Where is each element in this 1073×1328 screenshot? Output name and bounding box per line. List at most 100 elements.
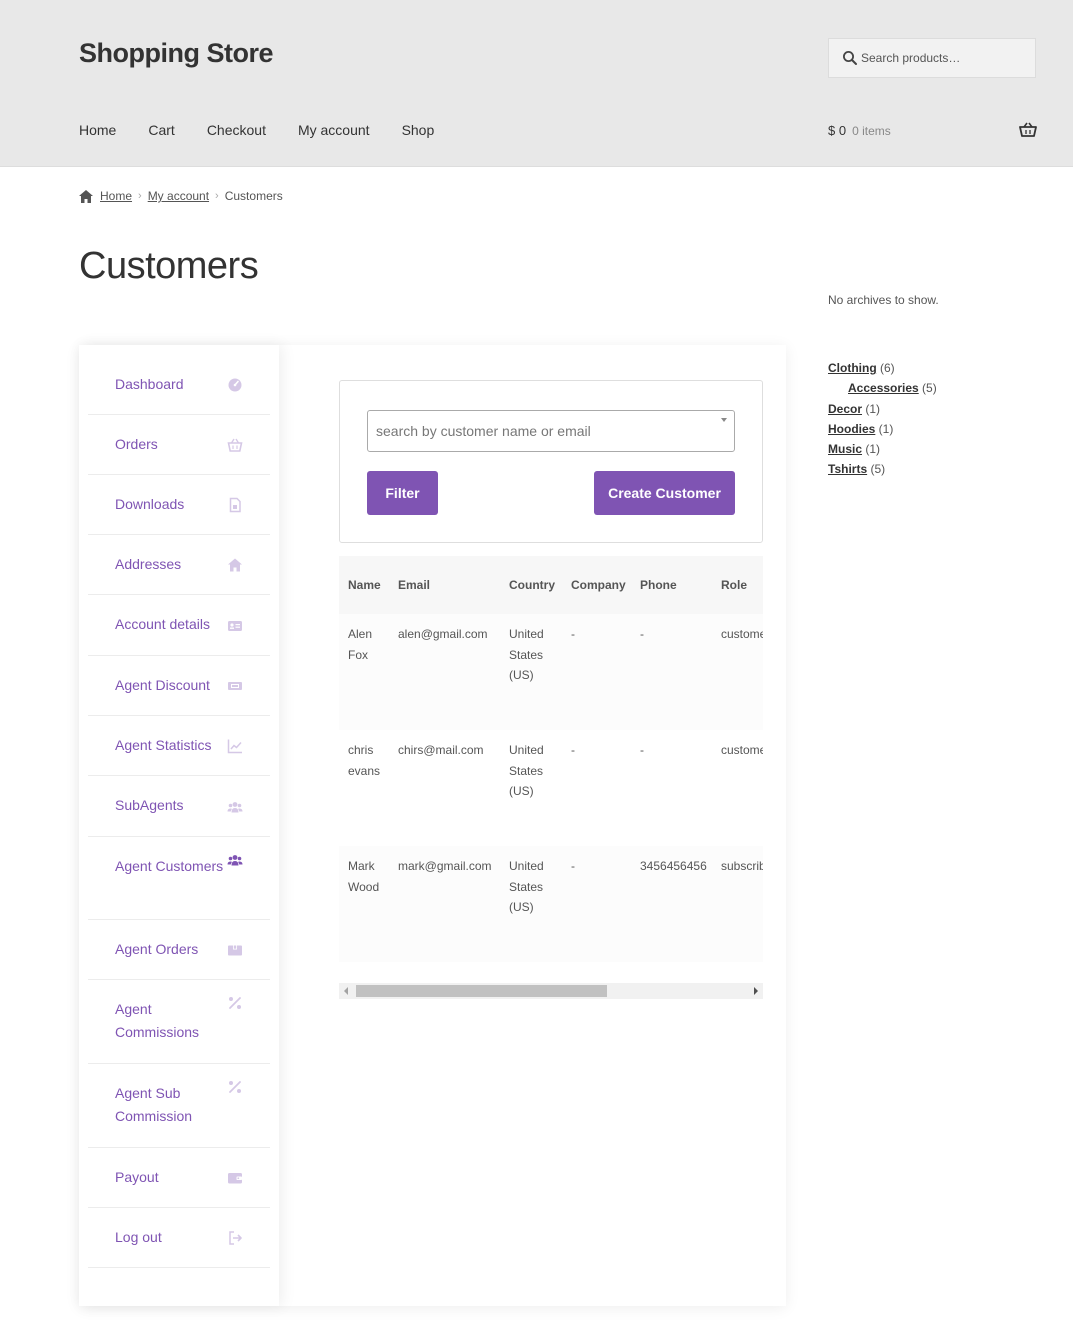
category-item: Decor (1) [828,399,937,419]
menu-item-label: Downloads [115,496,185,512]
breadcrumb: Home › My account › Customers [79,189,283,203]
menu-item-addresses[interactable]: Addresses [88,535,270,595]
file-icon [227,497,243,513]
product-search[interactable] [828,38,1036,78]
nav-cart[interactable]: Cart [148,122,174,138]
menu-item-label: Agent Commissions [115,1001,200,1040]
cell-phone: 3456456456 [631,846,712,962]
account-navigation: Dashboard Orders Downloads Addresses Account… [79,345,279,1306]
page-title: Customers [79,245,259,287]
menu-item-agent-customers[interactable]: Agent Customers [88,837,270,920]
nav-checkout[interactable]: Checkout [207,122,266,138]
menu-item-dashboard[interactable]: Dashboard [88,355,270,415]
cell-role: customer [712,614,763,730]
menu-item-label: Addresses [115,556,182,572]
basket-icon[interactable] [1019,122,1037,138]
menu-item-agent-discount[interactable]: Agent Discount [88,656,270,716]
home-icon [79,189,93,203]
menu-item-label: SubAgents [115,797,184,813]
customer-search-placeholder: search by customer name or email [376,423,591,439]
nav-shop[interactable]: Shop [402,122,435,138]
breadcrumb-current: Customers [224,189,283,203]
cell-country: United States (US) [500,846,562,962]
category-count: (1) [862,401,881,416]
breadcrumb-home[interactable]: Home [100,189,132,203]
search-icon [843,51,857,65]
customers-table: Name Email Country Company Phone Role Al… [339,556,763,962]
category-link[interactable]: Clothing [828,361,877,375]
account-panel: Dashboard Orders Downloads Addresses Account… [79,345,786,1306]
category-link[interactable]: Hoodies [828,422,875,436]
menu-item-label: Agent Orders [115,941,199,957]
menu-item-account-details[interactable]: Account details [88,595,270,656]
category-count: (6) [876,361,895,375]
category-link[interactable]: Music [828,442,862,456]
cell-phone: - [631,730,712,846]
cell-country: United States (US) [500,730,562,846]
column-header-role: Role [712,556,763,614]
category-link[interactable]: Tshirts [828,462,867,476]
menu-item-agent-sub-commission[interactable]: Agent Sub Commission [88,1064,270,1148]
menu-item-downloads[interactable]: Downloads [88,475,270,535]
breadcrumb-separator: › [138,190,142,202]
category-item: Accessories (5) [828,378,937,398]
create-customer-button[interactable]: Create Customer [594,471,735,515]
percent-icon [227,1079,243,1095]
table-header-row: Name Email Country Company Phone Role [339,556,763,614]
users-icon [227,852,243,868]
category-link[interactable]: Accessories [848,381,919,395]
cart-summary[interactable]: $ 0 0 items [828,123,891,138]
customer-search-select[interactable]: search by customer name or email [367,410,735,452]
primary-nav: Home Cart Checkout My account Shop [79,122,466,138]
chart-line-icon [227,738,243,754]
menu-item-agent-orders[interactable]: Agent Orders [88,920,270,980]
category-count: (5) [867,462,886,477]
wallet-icon [227,1170,243,1186]
cart-amount: $ 0 [828,123,847,138]
search-input[interactable] [861,39,1031,77]
scroll-left-arrow-icon[interactable] [344,987,348,995]
percent-icon [227,995,243,1011]
menu-item-log-out[interactable]: Log out [88,1208,270,1268]
cell-email: chirs@mail.com [389,730,500,846]
site-header: Shopping Store Home Cart Checkout My acc… [0,0,1073,167]
sign-out-icon [227,1230,243,1246]
customers-table-wrap[interactable]: Name Email Country Company Phone Role Al… [339,556,763,962]
category-count: (1) [862,442,881,457]
cell-company: - [562,846,631,962]
nav-home[interactable]: Home [79,122,116,138]
cell-name: Alen Fox [339,614,389,730]
breadcrumb-separator: › [215,190,219,202]
cart-count: 0 items [852,124,891,138]
cell-company: - [562,614,631,730]
site-title[interactable]: Shopping Store [79,38,273,69]
cell-role: subscriber [712,846,763,962]
filter-button[interactable]: Filter [367,471,438,515]
customer-filter-box: search by customer name or email Filter … [339,380,763,543]
menu-item-agent-commissions[interactable]: Agent Commissions [88,980,270,1064]
basket-icon [227,437,243,453]
table-horizontal-scrollbar[interactable] [339,983,763,999]
breadcrumb-my-account[interactable]: My account [148,189,209,203]
cell-email: mark@gmail.com [389,846,500,962]
cell-phone: - [631,614,712,730]
scroll-right-arrow-icon[interactable] [754,987,758,995]
gauge-icon [227,377,243,393]
ticket-icon [227,678,243,694]
category-link[interactable]: Decor [828,402,862,416]
cell-name: chris evans [339,730,389,846]
menu-item-label: Log out [115,1229,162,1245]
category-item: Hoodies (1) [828,419,937,439]
nav-my-account[interactable]: My account [298,122,370,138]
cell-company: - [562,730,631,846]
archives-empty-text: No archives to show. [828,293,939,307]
menu-item-subagents[interactable]: SubAgents [88,776,270,837]
scrollbar-thumb[interactable] [356,985,607,997]
cell-country: United States (US) [500,614,562,730]
cell-role: customer [712,730,763,846]
menu-item-agent-statistics[interactable]: Agent Statistics [88,716,270,776]
menu-item-payout[interactable]: Payout [88,1148,270,1208]
menu-item-orders[interactable]: Orders [88,415,270,475]
menu-item-label: Agent Discount [115,677,210,693]
category-count: (1) [875,421,894,436]
